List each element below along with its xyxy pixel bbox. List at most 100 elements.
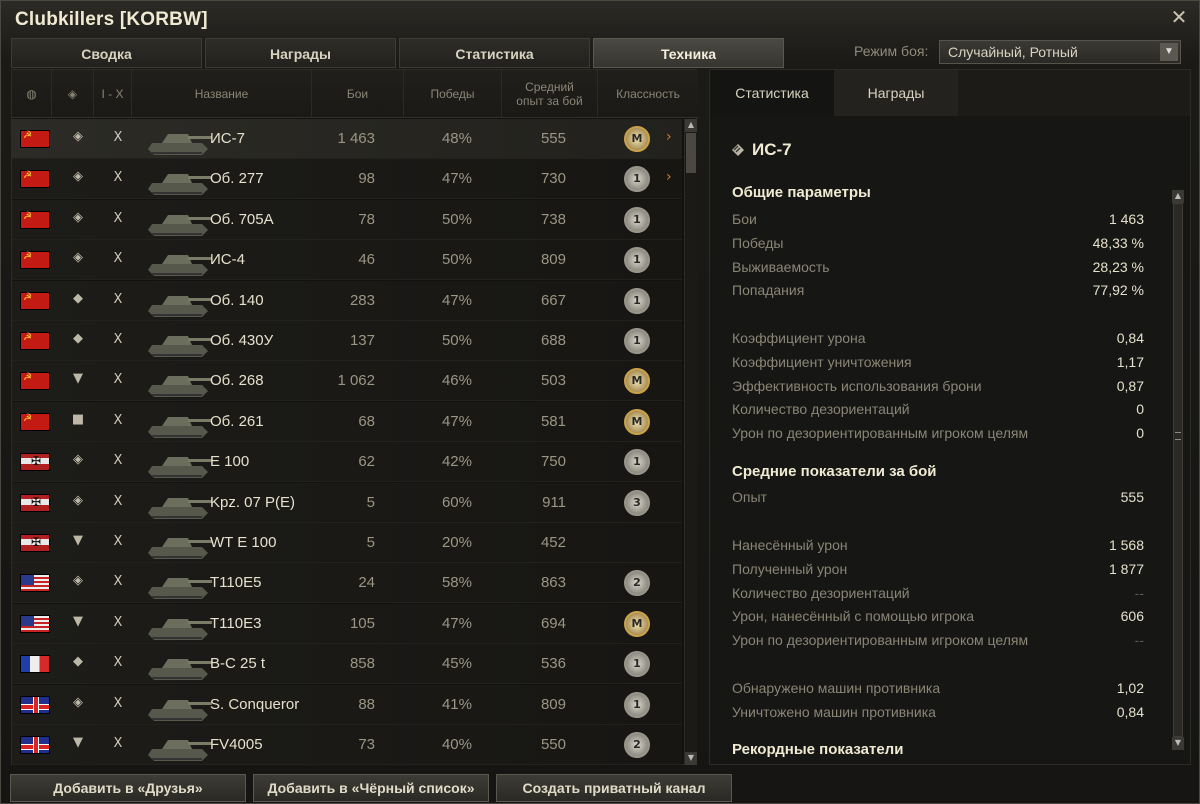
table-row[interactable]: ◆ X Об. 140 283 47% 667 1 (12, 280, 682, 321)
de-flag-icon (20, 453, 50, 472)
avg-xp-value: 667 (540, 291, 566, 309)
table-row[interactable]: ▼ X WT E 100 5 20% 452 (12, 523, 682, 563)
name-header[interactable]: Название (132, 70, 312, 118)
stat-value: 1,02 (1116, 680, 1144, 696)
tank-image (148, 699, 212, 721)
mastery-badge-icon: M (624, 408, 650, 435)
add-blacklist-button[interactable]: Добавить в «Чёрный список» (253, 774, 489, 802)
stat-value: 555 (1120, 489, 1144, 505)
class-filter-icon[interactable]: ◈ (52, 70, 94, 118)
stat-row: Урон, нанесённый с помощью игрока 606 (732, 606, 1144, 628)
us-flag-icon (20, 614, 50, 633)
stat-row: Полученный урон 1 877 (732, 559, 1144, 581)
tier-value: X (113, 291, 123, 307)
avg-xp-value: 688 (540, 332, 566, 349)
tier-header[interactable]: I - X (94, 70, 132, 118)
battle-mode-dropdown[interactable]: Случайный, Ротный ▼ (939, 40, 1181, 64)
heavy-class-icon: ◈ (73, 492, 83, 508)
mastery-badge-icon: M (624, 126, 650, 152)
battles-header[interactable]: Бои (312, 70, 404, 118)
ussr-flag-icon (20, 372, 50, 391)
table-row[interactable]: ◆ X B-C 25 t 858 45% 536 1 (12, 644, 682, 685)
table-row[interactable]: ◈ X ИС-4 46 50% 809 1 (12, 240, 682, 281)
avg-xp-value: 503 (540, 372, 566, 390)
scroll-grip[interactable] (1175, 432, 1181, 440)
stat-label: Количество дезориентаций (732, 401, 910, 418)
table-row[interactable]: ■ X Об. 261 68 47% 581 M (12, 401, 682, 442)
stat-label: Попадания (732, 282, 805, 299)
td-class-icon: ▼ (73, 613, 83, 629)
table-row[interactable]: ◆ X Об. 430У 137 50% 688 1 (12, 321, 682, 361)
tab-vehicles[interactable]: Техника (593, 38, 784, 68)
battles-value: 137 (349, 332, 375, 349)
tab-summary[interactable]: Сводка (11, 38, 202, 68)
vehicle-name: ИС-7 (210, 130, 245, 147)
wins-value: 47% (441, 291, 472, 309)
battles-value: 78 (358, 210, 375, 228)
avg-xp-value: 730 (540, 170, 566, 188)
tab-details-statistics[interactable]: Статистика (710, 70, 834, 116)
create-private-channel-button[interactable]: Создать приватный канал (496, 774, 732, 802)
stat-label: Уничтожено машин противника (732, 703, 936, 720)
close-icon[interactable]: ✕ (1169, 7, 1189, 27)
vehicle-name: Об. 277 (210, 170, 264, 188)
tier-value: X (113, 170, 123, 186)
vehicle-name: T110E5 (210, 574, 262, 592)
stat-label: Урон, нанесённый с помощью игрока (732, 608, 974, 625)
scroll-track[interactable] (1173, 203, 1183, 737)
chevron-right-icon[interactable]: › (666, 129, 672, 145)
battles-value: 88 (358, 695, 375, 713)
table-row[interactable]: ◈ X Об. 705А 78 50% 738 1 (12, 199, 682, 240)
scroll-up-icon[interactable]: ▲ (1172, 190, 1184, 203)
stat-row: Урон по дезориентированным игроком целям… (732, 423, 1144, 445)
table-row[interactable]: ▼ X T110E3 105 47% 694 M (12, 603, 682, 644)
nation-filter-icon[interactable]: ◍ (12, 70, 52, 118)
scroll-down-icon[interactable]: ▼ (685, 752, 697, 765)
mastery-header[interactable]: Классность (598, 70, 698, 118)
tier-value: X (113, 614, 123, 630)
tab-details-awards[interactable]: Награды (834, 70, 958, 116)
mastery-badge-icon: 1 (624, 651, 650, 678)
table-row[interactable]: ▼ X FV4005 73 40% 550 2 (12, 725, 682, 765)
heavy-class-icon: ◈ (73, 694, 83, 710)
scroll-thumb[interactable] (686, 133, 696, 173)
tab-awards[interactable]: Награды (205, 38, 396, 68)
stat-row: Опыт 555 (732, 487, 1144, 509)
chevron-right-icon[interactable]: › (666, 169, 672, 185)
scroll-up-icon[interactable]: ▲ (685, 119, 697, 132)
chevron-down-icon[interactable]: ▼ (1160, 43, 1178, 61)
stat-value: -- (1134, 632, 1144, 649)
wins-value: 42% (441, 453, 472, 471)
stat-value: 1 877 (1108, 560, 1144, 577)
tank-image (148, 336, 212, 357)
battles-value: 1 463 (337, 130, 375, 147)
table-row[interactable]: ▼ X Об. 268 1 062 46% 503 M (12, 361, 682, 402)
tier-value: X (113, 412, 123, 428)
table-row[interactable]: ◈ X ИС-7 1 463 48% 555 M › (12, 119, 682, 159)
battle-mode-value: Случайный, Ротный (948, 44, 1078, 60)
scroll-down-icon[interactable]: ▼ (1172, 737, 1184, 750)
ussr-flag-icon (20, 130, 50, 148)
tier-value: X (113, 695, 123, 711)
table-row[interactable]: ◈ X E 100 62 42% 750 1 (12, 442, 682, 483)
table-row[interactable]: ◈ X Kpz. 07 P(E) 5 60% 911 3 (12, 482, 682, 523)
tank-image (148, 214, 212, 236)
stat-label: Полученный урон (732, 560, 848, 577)
table-scrollbar[interactable]: ▲ ▼ (684, 119, 697, 765)
stat-value: 48,33 % (1092, 234, 1144, 251)
details-scrollbar[interactable]: ▲ ▼ (1172, 190, 1185, 750)
tab-statistics[interactable]: Статистика (399, 38, 590, 68)
table-row[interactable]: ◈ X Об. 277 98 47% 730 1 › (12, 159, 682, 200)
battle-mode-label: Режим боя: (854, 43, 929, 59)
stat-row: Количество дезориентаций 0 (732, 399, 1144, 421)
avg-xp-header[interactable]: Средний опыт за бой (502, 70, 598, 118)
table-row[interactable]: ◈ X S. Conqueror 88 41% 809 1 (12, 684, 682, 725)
ussr-flag-icon (20, 412, 50, 431)
mastery-badge-icon: M (624, 368, 650, 395)
tank-image (148, 538, 212, 559)
avg-xp-value: 809 (540, 695, 566, 713)
avg-xp-value: 452 (540, 534, 566, 551)
wins-header[interactable]: Победы (404, 70, 502, 118)
table-row[interactable]: ◈ X T110E5 24 58% 863 2 (12, 563, 682, 604)
add-friend-button[interactable]: Добавить в «Друзья» (10, 774, 246, 802)
